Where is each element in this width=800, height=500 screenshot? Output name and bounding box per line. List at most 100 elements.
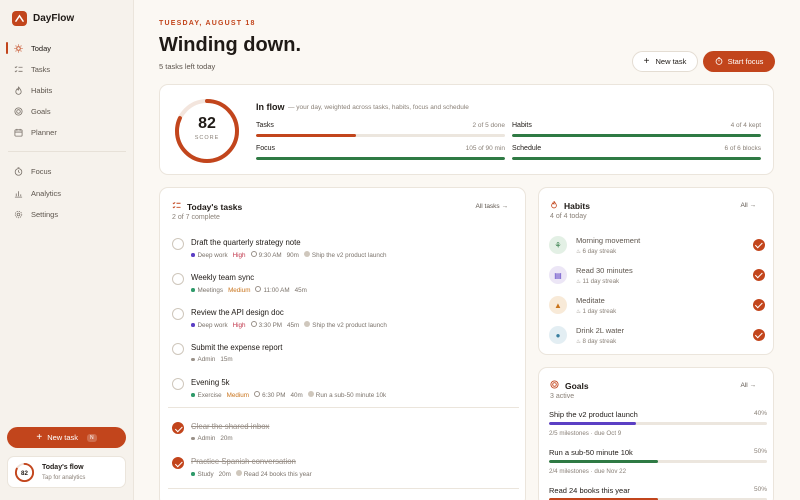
sidebar-item-habits[interactable]: Habits (8, 81, 126, 99)
task-meta: Exercise Medium 6:30 PM 40m Run a sub-50 min… (191, 391, 386, 399)
goal-name: Read 24 books this year (549, 486, 630, 495)
task-row[interactable]: Practice Spanish conversation Study 20m Rea… (170, 454, 515, 484)
metric-label: Habits (512, 122, 532, 129)
sun-icon (14, 43, 23, 53)
walk-icon: ⚘ (549, 236, 567, 254)
all-goals-link[interactable]: All → (740, 382, 756, 389)
sidebar-item-planner[interactable]: Planner (8, 123, 126, 141)
metric-bar-fill (512, 134, 761, 137)
habit-streak: ♨ 11 day streak (576, 278, 619, 285)
task-time-label: 9:30 AM (258, 252, 282, 259)
flow-score: 82 (198, 115, 216, 132)
task-meta: Admin 15m (191, 356, 233, 363)
task-checkbox[interactable] (172, 273, 184, 285)
goal-row[interactable]: Read 24 books this year 50% (549, 486, 767, 500)
goal-meta: 2/4 milestones · due Nov 22 (549, 468, 627, 475)
metric-tasks: Tasks 2 of 5 done (256, 122, 505, 137)
habits-subtitle: 4 of 4 today (550, 213, 587, 220)
list-divider (168, 488, 519, 489)
task-checkbox[interactable] (172, 238, 184, 250)
sidebar: DayFlow Today Tasks Habits Goals Planner… (0, 0, 134, 500)
task-duration: 45m (287, 321, 300, 329)
goal-row[interactable]: Ship the v2 product launch 40% 2/5 milesto… (549, 410, 767, 446)
task-priority: High (232, 251, 246, 259)
shortcut-badge: N (87, 433, 97, 442)
task-priority: Medium (226, 391, 250, 399)
metric-value: 2 of 5 done (472, 122, 505, 129)
task-checkbox[interactable] (172, 308, 184, 320)
task-row[interactable]: Submit the expense report Admin 15m (170, 340, 515, 370)
metric-value: 6 of 6 blocks (724, 145, 762, 152)
metric-bar-fill (256, 157, 505, 160)
task-meta: Admin 20m (191, 435, 233, 442)
new-task-label: New task (47, 433, 79, 442)
task-row[interactable]: Weekly team sync Meetings Medium 11:00 AM 45… (170, 270, 515, 300)
todays-tasks-card: Today's tasks 2 of 7 complete All tasks … (159, 187, 526, 500)
habit-streak: ♨ 8 day streak (576, 338, 616, 345)
task-checkbox[interactable] (172, 378, 184, 390)
task-row[interactable]: Clear the shared inbox Admin 20m (170, 419, 515, 449)
sidebar-item-settings[interactable]: Settings (8, 205, 126, 223)
todays-flow-card[interactable]: 82 Today's flow Tap for analytics (7, 456, 126, 488)
sidebar-new-task-button[interactable]: + New task N (7, 427, 126, 448)
flow-status-description: — your day, weighted across tasks, habit… (288, 104, 469, 111)
sidebar-item-goals[interactable]: Goals (8, 102, 126, 120)
new-task-button[interactable]: + New task (632, 51, 698, 72)
habit-checkbox[interactable] (753, 329, 765, 341)
task-time: 9:30 AM (250, 251, 282, 259)
task-meta: Study 20m Read 24 books this year (191, 470, 312, 478)
new-task-button-label: New task (655, 57, 687, 66)
goal-progress-fill (549, 422, 637, 425)
habit-checkbox[interactable] (753, 239, 765, 251)
sidebar-item-label: Goals (31, 106, 51, 116)
habit-checkbox[interactable] (753, 269, 765, 281)
sidebar-item-label: Tasks (31, 64, 51, 74)
habit-row[interactable]: ▲ Meditate ♨ 1 day streak (549, 294, 765, 322)
category-dot (191, 472, 195, 476)
sidebar-item-tasks[interactable]: Tasks (8, 60, 126, 78)
task-goal-label: Read 24 books this year (243, 471, 312, 478)
tasks-title: Today's tasks (187, 201, 243, 212)
task-goal: Read 24 books this year (235, 470, 312, 478)
task-duration: 90m (286, 251, 299, 259)
task-meta: Meetings Medium 11:00 AM 45m (191, 286, 307, 294)
tasks-subtitle: 2 of 7 complete (172, 214, 220, 221)
task-row[interactable]: Review the API design doc Deep work High 3:… (170, 305, 515, 335)
task-category: Study (191, 471, 214, 478)
task-checkbox[interactable] (172, 343, 184, 355)
task-row[interactable]: Evening 5k Exercise Medium 6:30 PM 40m Run a … (170, 375, 515, 405)
task-category-label: Admin (197, 435, 216, 442)
metric-focus: Focus 105 of 90 min (256, 145, 505, 160)
task-meta: Deep work High 9:30 AM 90m Ship the v2 produ… (191, 251, 387, 259)
timer-icon (715, 56, 723, 67)
start-focus-button[interactable]: Start focus (703, 51, 775, 72)
habit-streak-label: 11 day streak (582, 278, 620, 285)
sidebar-divider (8, 151, 126, 152)
lotus-icon: ▲ (549, 296, 567, 314)
sidebar-item-focus[interactable]: Focus (8, 162, 126, 180)
flame-icon (550, 200, 558, 211)
task-checkbox[interactable] (172, 422, 184, 434)
task-goal-label: Ship the v2 product launch (312, 322, 387, 329)
goal-percent: 40% (753, 410, 767, 417)
metric-bar (256, 134, 505, 137)
goal-name: Ship the v2 product launch (549, 410, 638, 419)
sidebar-item-label: Planner (31, 127, 57, 137)
task-checkbox[interactable] (172, 457, 184, 469)
sidebar-item-analytics[interactable]: Analytics (8, 184, 126, 202)
all-habits-link[interactable]: All → (740, 202, 756, 209)
goal-row[interactable]: Run a sub-50 minute 10k 50% 2/4 milestones… (549, 448, 767, 484)
task-category: Deep work (191, 322, 228, 329)
task-row[interactable]: Draft the quarterly strategy note Deep wo… (170, 235, 515, 265)
all-tasks-link[interactable]: All tasks → (475, 203, 508, 210)
sidebar-item-today[interactable]: Today (6, 39, 126, 57)
brand[interactable]: DayFlow (12, 11, 74, 26)
task-category: Deep work (191, 252, 228, 259)
habit-checkbox[interactable] (753, 299, 765, 311)
habit-row[interactable]: ● Drink 2L water ♨ 8 day streak (549, 324, 765, 352)
habit-streak: ♨ 1 day streak (576, 308, 616, 315)
flow-card-subtitle: Tap for analytics (42, 475, 86, 481)
habit-row[interactable]: ⚘ Morning movement ♨ 6 day streak (549, 234, 765, 262)
task-category-label: Study (197, 470, 214, 478)
habit-row[interactable]: ▤ Read 30 minutes ♨ 11 day streak (549, 264, 765, 292)
